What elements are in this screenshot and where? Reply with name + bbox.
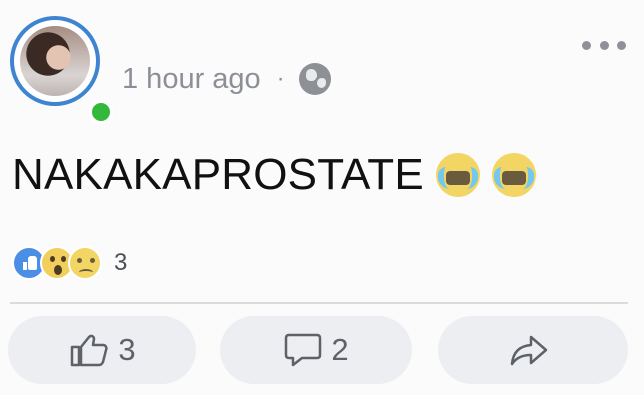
share-icon bbox=[510, 335, 548, 366]
post-timestamp[interactable]: 1 hour ago bbox=[122, 63, 261, 96]
post-card: 1 hour ago · NAKAKAPROSTATE 3 3 2 bbox=[0, 0, 644, 395]
globe-icon[interactable] bbox=[298, 63, 331, 95]
more-dot bbox=[617, 40, 626, 50]
share-button[interactable] bbox=[438, 316, 628, 384]
reaction-count: 3 bbox=[114, 249, 128, 276]
comment-button[interactable]: 2 bbox=[220, 316, 412, 384]
avatar-ring bbox=[10, 16, 100, 106]
sad-reaction-icon bbox=[68, 246, 102, 280]
post-text: NAKAKAPROSTATE bbox=[12, 150, 424, 199]
crying-face-icon bbox=[491, 153, 536, 197]
meta-separator: · bbox=[276, 65, 285, 92]
post-meta: 1 hour ago · bbox=[122, 62, 331, 96]
more-dot bbox=[582, 40, 591, 50]
divider bbox=[10, 302, 628, 304]
more-options-icon[interactable] bbox=[582, 40, 626, 50]
reaction-summary[interactable]: 3 bbox=[12, 245, 127, 281]
like-button[interactable]: 3 bbox=[8, 316, 196, 384]
thumbs-up-icon bbox=[71, 334, 108, 367]
profile-avatar[interactable] bbox=[10, 16, 113, 124]
crying-face-icon bbox=[435, 153, 480, 197]
avatar-photo bbox=[20, 26, 90, 96]
post-body: NAKAKAPROSTATE bbox=[12, 150, 536, 200]
online-status-indicator bbox=[89, 100, 113, 124]
more-dot bbox=[599, 40, 609, 50]
comment-icon bbox=[285, 333, 322, 367]
like-count: 3 bbox=[118, 332, 136, 367]
comment-count: 2 bbox=[331, 332, 349, 367]
